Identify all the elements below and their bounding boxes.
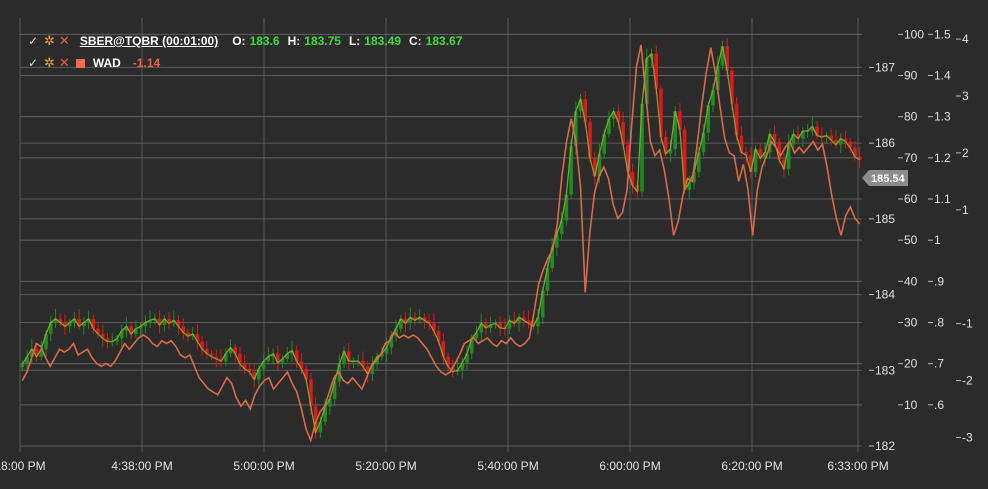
decimal-axis-tick-label: 1.4: [934, 69, 951, 83]
decimal-axis-tick-label: 1: [934, 233, 941, 247]
wad-axis-tick-label: 4: [962, 32, 969, 46]
main-series-legend: ✓ ✲ ✕ SBER@TQBR (00:01:00) O: 183.6 H: 1…: [28, 33, 462, 49]
price-axis-tick-label: 183: [875, 363, 895, 377]
close-icon[interactable]: ✕: [59, 33, 70, 49]
percent-axis-tick-label: 40: [904, 274, 918, 288]
price-axis-tick-label: 187: [875, 60, 895, 74]
wad-axis-tick-label: 1: [962, 203, 969, 217]
x-tick-label: 5:20:00 PM: [355, 459, 416, 473]
decimal-axis-tick-label: 1.2: [934, 151, 951, 165]
series-symbol[interactable]: SBER@TQBR (00:01:00): [80, 34, 218, 48]
percent-axis-tick-label: 50: [904, 233, 918, 247]
close-icon[interactable]: ✕: [59, 55, 70, 71]
x-tick-label: 18:00 PM: [0, 459, 46, 473]
percent-axis-tick-label: 100: [904, 27, 924, 41]
checkmark-icon[interactable]: ✓: [28, 56, 40, 70]
low-value: 183.49: [364, 34, 401, 48]
decimal-axis-tick-label: .6: [934, 398, 944, 412]
x-tick-label: 6:00:00 PM: [599, 459, 660, 473]
percent-axis-tick-label: 10: [904, 398, 918, 412]
wad-axis-tick-label: -2: [962, 374, 973, 388]
open-value: 183.6: [249, 34, 280, 48]
gear-icon[interactable]: ✲: [44, 33, 55, 49]
price-axis-tick-label: 184: [875, 288, 895, 302]
gear-icon[interactable]: ✲: [44, 55, 55, 71]
price-line: [21, 46, 860, 435]
wad-axis-tick-label: 3: [962, 89, 969, 103]
percent-axis-tick-label: 30: [904, 316, 918, 330]
x-tick-label: 5:40:00 PM: [477, 459, 538, 473]
percent-axis-tick-label: 70: [904, 151, 918, 165]
chart-canvas[interactable]: 18:00 PM 4:38:00 PM 5:00:00 PM 5:20:00 PM 5:…: [0, 0, 988, 489]
high-label: H:: [287, 34, 301, 48]
percent-axis-tick-label: 20: [904, 357, 918, 371]
price-axis-tick-label: 185: [875, 212, 895, 226]
x-tick-label: 5:00:00 PM: [233, 459, 294, 473]
candle-body: [20, 364, 25, 368]
price-marker-label: 185.54: [871, 173, 906, 185]
wad-axis-tick-label: -3: [962, 430, 973, 444]
wad-line: [21, 44, 861, 443]
decimal-axis-tick-label: .7: [934, 357, 944, 371]
indicator-value: -1.14: [132, 56, 161, 70]
decimal-axis-tick-label: .9: [934, 274, 944, 288]
percent-axis-tick-label: 90: [904, 69, 918, 83]
wad-axis-tick-label: 2: [962, 146, 969, 160]
percent-axis-tick-label: 60: [904, 192, 918, 206]
x-tick-label: 4:38:00 PM: [111, 459, 172, 473]
high-value: 183.75: [304, 34, 341, 48]
x-tick-label: 6:33:00 PM: [827, 459, 888, 473]
close-value: 183.67: [425, 34, 463, 48]
x-tick-label: 6:20:00 PM: [721, 459, 782, 473]
indicator-legend: ✓ ✲ ✕ WAD -1.14: [28, 55, 160, 71]
open-label: O:: [232, 34, 246, 48]
close-label: C:: [409, 34, 422, 48]
indicator-name[interactable]: WAD: [93, 56, 121, 70]
decimal-axis-tick-label: .8: [934, 316, 944, 330]
decimal-axis-tick-label: 1.1: [934, 192, 951, 206]
checkmark-icon[interactable]: ✓: [28, 34, 40, 48]
low-label: L:: [348, 34, 361, 48]
wad-axis-tick-label: -1: [962, 317, 973, 331]
decimal-axis-tick-label: 1.3: [934, 110, 951, 124]
price-axis-tick-label: 182: [875, 439, 895, 453]
decimal-axis-tick-label: 1.5: [934, 27, 951, 41]
price-axis-tick-label: 186: [875, 136, 895, 150]
percent-axis-tick-label: 80: [904, 110, 918, 124]
color-swatch-icon[interactable]: [75, 58, 85, 68]
